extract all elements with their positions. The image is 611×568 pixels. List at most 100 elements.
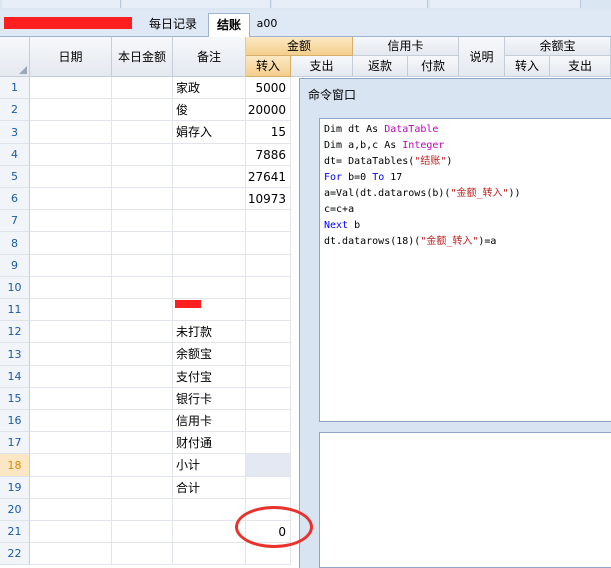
row-number[interactable]: 8 <box>0 232 30 255</box>
cell-daily-amount[interactable] <box>112 166 173 188</box>
cell-daily-amount[interactable] <box>112 144 173 166</box>
cell-daily-amount[interactable] <box>112 366 173 388</box>
cell-remark[interactable] <box>173 188 246 210</box>
tab-daily-record[interactable]: 每日记录 <box>140 13 206 35</box>
cell-amount-in[interactable]: 7886 <box>246 144 291 166</box>
row-number[interactable]: 10 <box>0 277 30 299</box>
cell-remark[interactable]: 俊 <box>173 99 246 121</box>
cell-amount-in[interactable] <box>246 432 291 454</box>
command-window[interactable]: 命令窗口 Dim dt As DataTable Dim a,b,c As Int… <box>299 78 611 568</box>
cell-daily-amount[interactable] <box>112 410 173 432</box>
output-pane[interactable] <box>319 432 611 568</box>
cell-date[interactable] <box>30 477 112 499</box>
cell-remark[interactable] <box>173 166 246 188</box>
row-number[interactable]: 12 <box>0 321 30 343</box>
row-number[interactable]: 18 <box>0 454 30 477</box>
cell-date[interactable] <box>30 321 112 343</box>
cell-amount-in[interactable] <box>246 477 291 499</box>
cell-amount-in[interactable] <box>246 255 291 277</box>
cell-date[interactable] <box>30 454 112 477</box>
cell-date[interactable] <box>30 410 112 432</box>
cell-daily-amount[interactable] <box>112 232 173 255</box>
tab-a00[interactable]: a00 <box>252 13 282 35</box>
cell-date[interactable] <box>30 188 112 210</box>
column-header-credit-refund[interactable]: 返款 <box>353 56 408 77</box>
cell-date[interactable] <box>30 99 112 121</box>
cell-amount-in[interactable]: 5000 <box>246 77 291 99</box>
cell-amount-in[interactable] <box>246 321 291 343</box>
column-group-credit-card[interactable]: 信用卡 <box>353 37 459 56</box>
cell-daily-amount[interactable] <box>112 99 173 121</box>
cell-amount-in[interactable]: 15 <box>246 121 291 144</box>
code-editor[interactable]: Dim dt As DataTable Dim a,b,c As Integer d… <box>319 118 611 422</box>
cell-daily-amount[interactable] <box>112 388 173 410</box>
cell-daily-amount[interactable] <box>112 521 173 543</box>
row-number[interactable]: 3 <box>0 121 30 144</box>
cell-remark[interactable]: 信用卡 <box>173 410 246 432</box>
cell-amount-in[interactable] <box>246 366 291 388</box>
cell-remark[interactable]: 支付宝 <box>173 366 246 388</box>
cell-daily-amount[interactable] <box>112 188 173 210</box>
cell-daily-amount[interactable] <box>112 477 173 499</box>
cell-remark[interactable]: 财付通 <box>173 432 246 454</box>
tab-checkout[interactable]: 结账 <box>208 13 250 37</box>
cell-date[interactable] <box>30 144 112 166</box>
cell-amount-in[interactable] <box>246 299 291 321</box>
cell-remark[interactable]: 余额宝 <box>173 343 246 366</box>
cell-remark[interactable]: 合计 <box>173 477 246 499</box>
row-number[interactable]: 19 <box>0 477 30 499</box>
row-number[interactable]: 15 <box>0 388 30 410</box>
cell-date[interactable] <box>30 166 112 188</box>
cell-remark[interactable] <box>173 210 246 232</box>
row-number[interactable]: 5 <box>0 166 30 188</box>
cell-remark[interactable] <box>173 277 246 299</box>
cell-remark[interactable]: 未打款 <box>173 321 246 343</box>
column-header-date[interactable]: 日期 <box>30 37 112 77</box>
cell-date[interactable] <box>30 521 112 543</box>
cell-amount-in[interactable] <box>246 410 291 432</box>
cell-amount-in[interactable]: 10973 <box>246 188 291 210</box>
cell-remark[interactable] <box>173 255 246 277</box>
grid-corner[interactable] <box>0 37 30 77</box>
cell-date[interactable] <box>30 299 112 321</box>
cell-amount-in[interactable] <box>246 343 291 366</box>
cell-date[interactable] <box>30 210 112 232</box>
cell-remark[interactable] <box>173 232 246 255</box>
cell-remark[interactable] <box>173 543 246 565</box>
row-number[interactable]: 6 <box>0 188 30 210</box>
cell-date[interactable] <box>30 543 112 565</box>
cell-date[interactable] <box>30 232 112 255</box>
row-number[interactable]: 7 <box>0 210 30 232</box>
column-group-amount[interactable]: 金额 <box>246 37 353 56</box>
cell-daily-amount[interactable] <box>112 299 173 321</box>
cell-remark[interactable]: 家政 <box>173 77 246 99</box>
cell-amount-in[interactable] <box>246 388 291 410</box>
cell-daily-amount[interactable] <box>112 210 173 232</box>
cell-date[interactable] <box>30 388 112 410</box>
cell-daily-amount[interactable] <box>112 255 173 277</box>
cell-date[interactable] <box>30 77 112 99</box>
column-header-daily-amount[interactable]: 本日金额 <box>112 37 173 77</box>
cell-amount-in[interactable]: 27641 <box>246 166 291 188</box>
column-header-yeb-in[interactable]: 转入 <box>505 56 550 77</box>
cell-daily-amount[interactable] <box>112 343 173 366</box>
cell-date[interactable] <box>30 121 112 144</box>
cell-remark[interactable] <box>173 144 246 166</box>
cell-daily-amount[interactable] <box>112 277 173 299</box>
cell-date[interactable] <box>30 255 112 277</box>
cell-daily-amount[interactable] <box>112 121 173 144</box>
column-header-credit-pay[interactable]: 付款 <box>408 56 459 77</box>
cell-date[interactable] <box>30 343 112 366</box>
cell-amount-in[interactable] <box>246 232 291 255</box>
row-number[interactable]: 17 <box>0 432 30 454</box>
column-header-amount-out[interactable]: 支出 <box>291 56 353 77</box>
row-number[interactable]: 20 <box>0 499 30 521</box>
cell-daily-amount[interactable] <box>112 499 173 521</box>
cell-daily-amount[interactable] <box>112 454 173 477</box>
column-header-remark[interactable]: 备注 <box>173 37 246 77</box>
cell-daily-amount[interactable] <box>112 543 173 565</box>
column-group-yeb[interactable]: 余额宝 <box>505 37 611 56</box>
cell-remark[interactable] <box>173 499 246 521</box>
column-header-note[interactable]: 说明 <box>459 37 505 77</box>
row-number[interactable]: 16 <box>0 410 30 432</box>
